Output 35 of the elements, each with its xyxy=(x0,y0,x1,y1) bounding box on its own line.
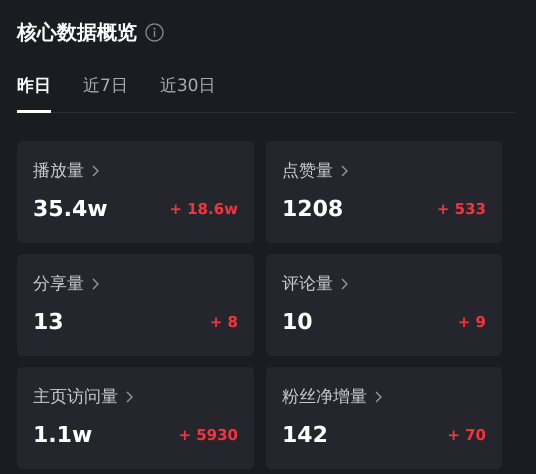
metric-card[interactable]: 播放量 35.4w + 18.6w xyxy=(17,140,254,242)
metric-card[interactable]: 粉丝净增量 142 + 70 xyxy=(266,366,502,468)
metric-label: 粉丝净增量 xyxy=(282,386,367,408)
metric-change: + 18.6w xyxy=(169,199,238,220)
metric-value: 13 xyxy=(33,308,64,336)
period-tab[interactable]: 近30日 xyxy=(160,74,216,112)
metric-label: 主页访问量 xyxy=(33,386,118,408)
metric-change: + 8 xyxy=(210,312,238,334)
metric-card[interactable]: 评论量 10 + 9 xyxy=(266,254,502,356)
chevron-icon xyxy=(341,278,348,290)
metric-value: 1208 xyxy=(282,196,344,224)
metric-value: 1.1w xyxy=(33,422,92,450)
metric-change: + 9 xyxy=(458,312,486,334)
metric-card[interactable]: 主页访问量 1.1w + 5930 xyxy=(17,366,254,468)
period-tab[interactable]: 昨日 xyxy=(17,74,51,112)
chevron-icon xyxy=(92,164,99,176)
metric-label: 播放量 xyxy=(33,160,84,182)
period-tab[interactable]: 近7日 xyxy=(83,74,128,112)
chevron-icon xyxy=(341,164,348,176)
metric-card[interactable]: 分享量 13 + 8 xyxy=(17,254,254,356)
metric-value: 10 xyxy=(282,308,313,336)
metric-change: + 5930 xyxy=(178,425,238,446)
chevron-icon xyxy=(92,278,99,290)
metric-card[interactable]: 点赞量 1208 + 533 xyxy=(266,140,502,242)
info-icon[interactable] xyxy=(145,22,164,42)
chevron-icon xyxy=(375,390,382,402)
metric-change: + 70 xyxy=(447,425,486,446)
page-title: 核心数据概览 xyxy=(17,19,137,46)
chevron-icon xyxy=(126,390,133,402)
metric-label: 点赞量 xyxy=(282,160,333,182)
metric-change: + 533 xyxy=(436,199,486,220)
metric-value: 35.4w xyxy=(33,196,108,224)
metric-label: 分享量 xyxy=(33,272,84,296)
metric-value: 142 xyxy=(282,422,328,450)
metric-label: 评论量 xyxy=(282,272,333,296)
